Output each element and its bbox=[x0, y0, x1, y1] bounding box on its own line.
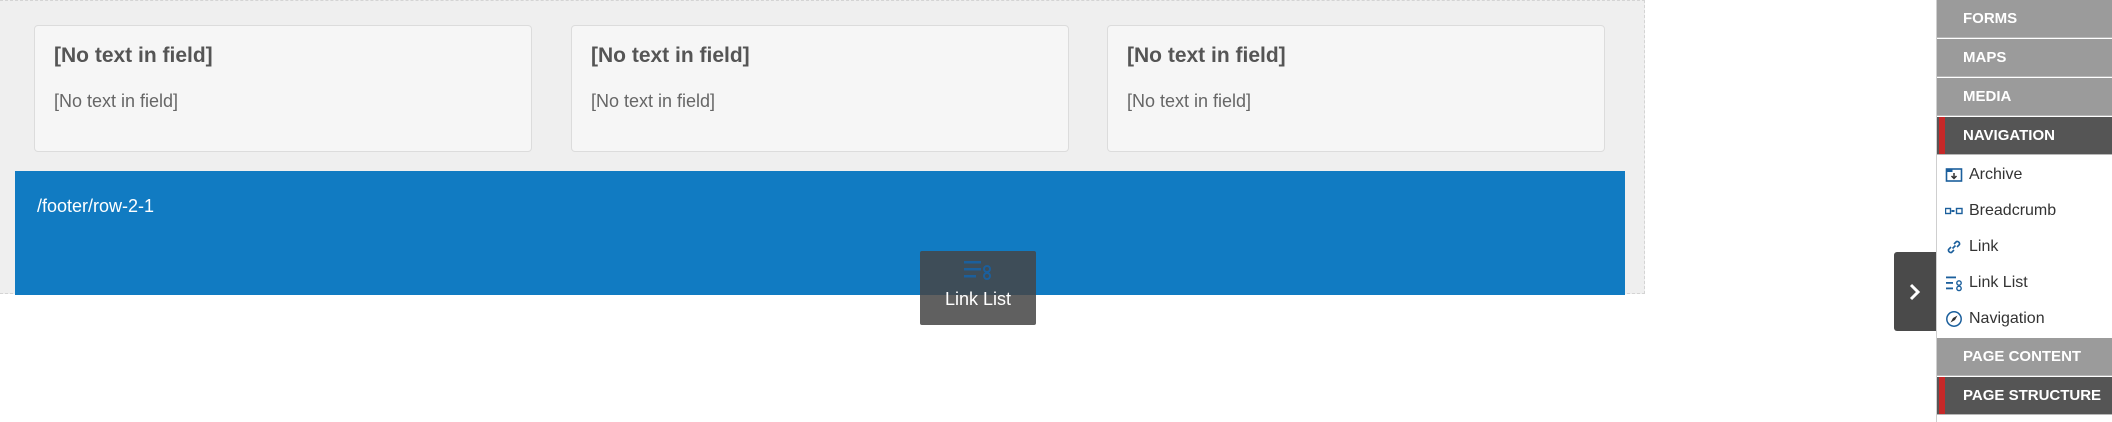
placeholder-path: /footer/row-2-1 bbox=[37, 196, 155, 216]
category-media[interactable]: MEDIA bbox=[1937, 78, 2112, 116]
category-maps[interactable]: MAPS bbox=[1937, 39, 2112, 77]
navigation-icon bbox=[1946, 311, 1962, 327]
category-label: FORMS bbox=[1963, 10, 2018, 27]
component-item-link-list[interactable]: Link List bbox=[1937, 265, 2112, 301]
category-page-structure[interactable]: PAGE STRUCTURE bbox=[1937, 377, 2112, 415]
link-icon bbox=[1947, 240, 1961, 254]
breadcrumb-icon bbox=[1945, 207, 1963, 215]
category-label: NAVIGATION bbox=[1963, 127, 2055, 144]
category-forms[interactable]: FORMS bbox=[1937, 0, 2112, 38]
content-card-2[interactable]: [No text in field] [No text in field] bbox=[571, 25, 1069, 152]
component-item-breadcrumb[interactable]: Breadcrumb bbox=[1937, 193, 2112, 229]
item-label: Link List bbox=[1969, 274, 2028, 291]
component-item-link[interactable]: Link bbox=[1937, 229, 2112, 265]
category-label: MAPS bbox=[1963, 49, 2007, 66]
panel-collapse-button[interactable] bbox=[1894, 252, 1936, 331]
link-list-icon bbox=[1946, 276, 1962, 292]
item-label: Link bbox=[1969, 238, 1999, 255]
item-label: Breadcrumb bbox=[1969, 202, 2057, 219]
card-heading[interactable]: [No text in field] bbox=[54, 44, 213, 68]
editor-canvas: [No text in field] [No text in field] [N… bbox=[0, 0, 1645, 295]
item-label: Navigation bbox=[1969, 310, 2045, 327]
archive-icon bbox=[1945, 168, 1963, 182]
content-card-3[interactable]: [No text in field] [No text in field] bbox=[1107, 25, 1605, 152]
card-text[interactable]: [No text in field] bbox=[54, 91, 178, 112]
tile-label: Link List bbox=[944, 289, 1012, 309]
card-heading[interactable]: [No text in field] bbox=[1127, 44, 1286, 68]
dragged-component-tile[interactable]: Link List bbox=[920, 251, 1036, 325]
content-card-1[interactable]: [No text in field] [No text in field] bbox=[34, 25, 532, 152]
item-label: Archive bbox=[1969, 166, 2023, 183]
chevron-right-icon bbox=[1909, 283, 1921, 300]
category-label: MEDIA bbox=[1963, 88, 2012, 105]
component-panel: FORMS MAPS MEDIA NAVIGATION Archive Brea… bbox=[1936, 0, 2112, 422]
card-text[interactable]: [No text in field] bbox=[591, 91, 715, 112]
card-text[interactable]: [No text in field] bbox=[1127, 91, 1251, 112]
footer-row-placeholder[interactable]: /footer/row-2-1 bbox=[15, 171, 1625, 295]
component-item-archive[interactable]: Archive bbox=[1937, 157, 2112, 193]
category-page-content[interactable]: PAGE CONTENT bbox=[1937, 338, 2112, 376]
card-heading[interactable]: [No text in field] bbox=[591, 44, 750, 68]
category-label: PAGE STRUCTURE bbox=[1963, 387, 2102, 404]
link-list-icon bbox=[964, 261, 991, 280]
component-item-navigation[interactable]: Navigation bbox=[1937, 301, 2112, 337]
category-label: PAGE CONTENT bbox=[1963, 348, 2082, 365]
category-navigation[interactable]: NAVIGATION bbox=[1937, 117, 2112, 155]
